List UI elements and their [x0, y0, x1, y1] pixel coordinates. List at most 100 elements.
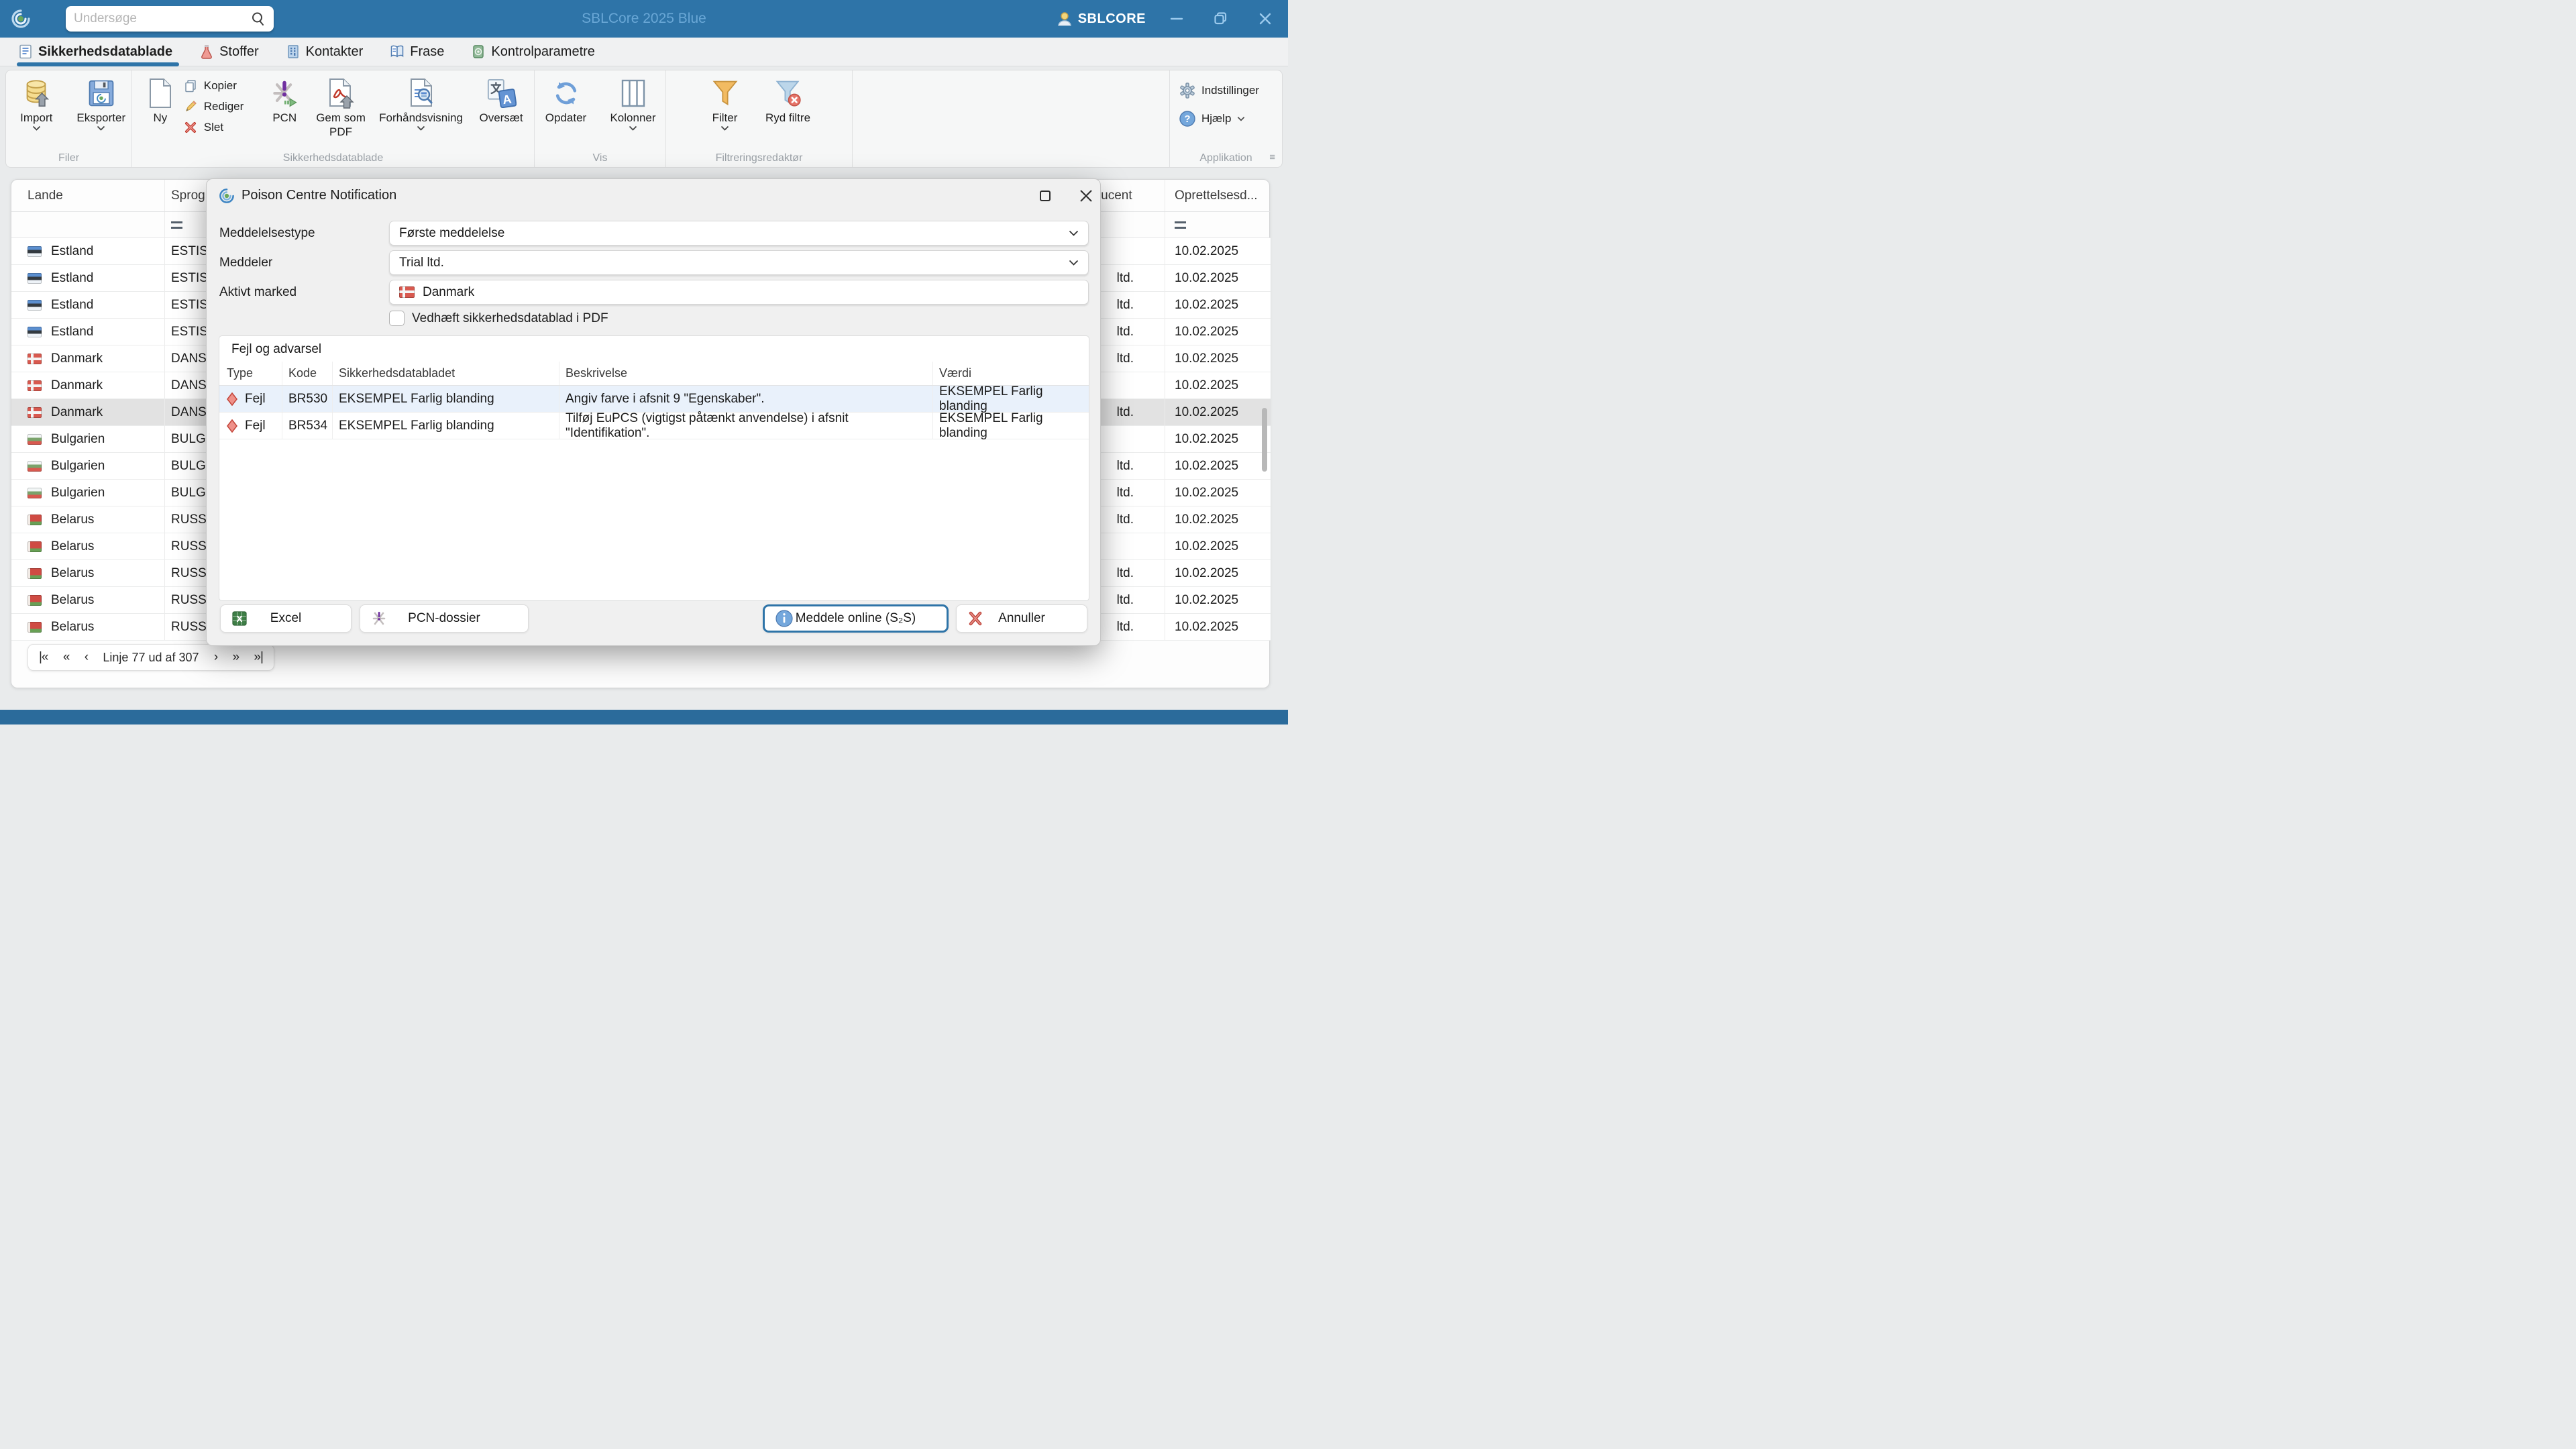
- attach-pdf-checkbox[interactable]: [389, 311, 405, 326]
- help-icon: ?: [1179, 111, 1195, 127]
- close-button[interactable]: [1252, 5, 1279, 32]
- country-name: Danmark: [51, 405, 103, 419]
- user-account[interactable]: SBLCORE: [1057, 11, 1146, 27]
- search-icon[interactable]: [251, 11, 266, 26]
- column-header-beskrivelse[interactable]: Beskrivelse: [559, 362, 933, 385]
- first-page-button[interactable]: |«: [39, 650, 48, 665]
- new-document-icon: [149, 78, 171, 108]
- error-type: Fejl: [245, 391, 266, 406]
- annuller-button[interactable]: Annuller: [956, 604, 1087, 633]
- attach-pdf-label: Vedhæft sikkerhedsdatablad i PDF: [412, 311, 608, 325]
- floppy-export-icon: [89, 80, 114, 107]
- title-bar: SBLCore 2025 Blue SBLCORE: [0, 0, 1288, 38]
- meddelelsestype-select[interactable]: Første meddelelse: [389, 221, 1089, 246]
- kopier-button[interactable]: Kopier: [183, 78, 262, 93]
- column-header-oprettelsesdato[interactable]: Oprettelsesd...: [1165, 180, 1265, 211]
- last-page-button[interactable]: »|: [254, 650, 263, 665]
- created-date: 10.02.2025: [1175, 458, 1239, 473]
- rediger-button[interactable]: Rediger: [183, 99, 262, 114]
- prev-page-button[interactable]: ‹: [85, 650, 89, 665]
- eksporter-label: Eksporter: [76, 111, 126, 124]
- created-date: 10.02.2025: [1175, 485, 1239, 500]
- column-header-type[interactable]: Type: [219, 362, 282, 385]
- created-date: 10.02.2025: [1175, 405, 1239, 419]
- meddele-online-button[interactable]: Meddele online (S₂S): [763, 604, 949, 633]
- opdater-label: Opdater: [545, 111, 587, 124]
- fast-prev-button[interactable]: «: [63, 650, 70, 665]
- global-search[interactable]: [66, 6, 274, 32]
- cell-sikkerhedsdatabladet: EKSEMPEL Farlig blanding: [333, 413, 559, 439]
- meddeler-label: Meddeler: [219, 256, 273, 270]
- cell-oprettelsesdato: 10.02.2025: [1165, 399, 1265, 425]
- cell-beskrivelse: Angiv farve i afsnit 9 "Egenskaber".: [559, 386, 933, 412]
- vertical-scrollbar[interactable]: [1262, 213, 1267, 656]
- oversaet-button[interactable]: A Oversæt: [468, 76, 534, 139]
- opdater-button[interactable]: Opdater: [535, 76, 597, 131]
- cell-lande: Bulgarien: [11, 453, 165, 479]
- preview-icon: [410, 78, 433, 107]
- dialog-maximize-button[interactable]: [1037, 188, 1053, 204]
- pcn-button[interactable]: PCN: [261, 76, 308, 139]
- import-button[interactable]: Import: [6, 76, 67, 131]
- eksporter-button[interactable]: Eksporter: [71, 76, 132, 131]
- tab-sikkerhedsdatablade[interactable]: Sikkerhedsdatablade: [16, 38, 180, 66]
- created-date: 10.02.2025: [1175, 431, 1239, 446]
- country-flag-icon: [28, 594, 42, 606]
- forhandsvisning-button[interactable]: Forhåndsvisning: [374, 76, 468, 139]
- ribbon-group-label: Filer: [58, 152, 80, 164]
- gem-som-pdf-button[interactable]: Gem som PDF: [308, 76, 374, 139]
- maximize-button[interactable]: [1208, 5, 1234, 32]
- error-row[interactable]: Fejl BR534 EKSEMPEL Farlig blanding Tilf…: [219, 411, 1089, 440]
- column-header-vaerdi[interactable]: Værdi: [933, 362, 1089, 385]
- group-options-icon[interactable]: ≡: [1269, 152, 1275, 163]
- kolonner-label: Kolonner: [610, 111, 656, 124]
- equals-filter-icon: [171, 221, 182, 229]
- cell-oprettelsesdato: 10.02.2025: [1165, 292, 1265, 318]
- tab-kontrolparametre[interactable]: Kontrolparametre: [471, 38, 595, 66]
- tab-kontakter[interactable]: Kontakter: [286, 38, 363, 66]
- excel-button[interactable]: X Excel: [220, 604, 352, 633]
- cell-lande: Belarus: [11, 560, 165, 586]
- column-header-lande[interactable]: Lande: [11, 180, 165, 211]
- filter-cell-lande[interactable]: [11, 212, 165, 237]
- filter-icon: [712, 80, 737, 106]
- producer-name: ltd.: [1116, 485, 1134, 500]
- indstillinger-button[interactable]: Indstillinger: [1179, 83, 1282, 99]
- filter-cell-oprettelsesdato[interactable]: [1165, 212, 1265, 237]
- excel-icon: X: [231, 610, 248, 627]
- search-input[interactable]: [74, 11, 251, 26]
- ny-button[interactable]: Ny: [138, 76, 183, 139]
- fast-next-button[interactable]: »: [233, 650, 240, 665]
- cell-oprettelsesdato: 10.02.2025: [1165, 560, 1265, 586]
- chevron-down-icon: [32, 125, 40, 131]
- next-page-button[interactable]: ›: [214, 650, 218, 665]
- tab-frase[interactable]: Frase: [390, 38, 444, 66]
- column-header-sikkerhedsdatabladet[interactable]: Sikkerhedsdatabladet: [333, 362, 559, 385]
- minimize-button[interactable]: [1163, 5, 1190, 32]
- country-flag-icon: [28, 541, 42, 552]
- aktivt-marked-field[interactable]: Danmark: [389, 280, 1089, 305]
- meddeler-select[interactable]: Trial ltd.: [389, 250, 1089, 275]
- country-flag-icon: [28, 621, 42, 633]
- tab-stoffer[interactable]: Stoffer: [199, 38, 259, 66]
- pcn-dialog: Poison Centre Notification Meddelelsesty…: [206, 178, 1101, 646]
- tab-label: Sikkerhedsdatablade: [38, 44, 173, 59]
- ryd-filtre-label: Ryd filtre: [765, 111, 811, 124]
- cell-oprettelsesdato: 10.02.2025: [1165, 453, 1265, 479]
- pcn-dossier-button[interactable]: PCN-dossier: [360, 604, 529, 633]
- hjaelp-button[interactable]: ? Hjælp: [1179, 111, 1282, 127]
- ryd-filtre-button[interactable]: Ryd filtre: [756, 76, 820, 131]
- hjaelp-label: Hjælp: [1201, 112, 1232, 125]
- scrollbar-thumb[interactable]: [1262, 408, 1267, 472]
- filter-button[interactable]: Filter: [698, 76, 752, 131]
- dialog-close-button[interactable]: [1077, 187, 1095, 205]
- cell-oprettelsesdato: 10.02.2025: [1165, 480, 1265, 506]
- control-parameters-icon: [473, 45, 484, 58]
- column-header-kode[interactable]: Kode: [282, 362, 333, 385]
- errors-groupbox: Fejl og advarsel Type Kode Sikkerhedsdat…: [219, 335, 1089, 601]
- error-row[interactable]: Fejl BR530 EKSEMPEL Farlig blanding Angi…: [219, 384, 1089, 413]
- denmark-flag-icon: [399, 286, 415, 298]
- kolonner-button[interactable]: Kolonner: [601, 76, 665, 131]
- slet-button[interactable]: Slet: [183, 120, 262, 135]
- clear-filter-icon: [775, 80, 801, 107]
